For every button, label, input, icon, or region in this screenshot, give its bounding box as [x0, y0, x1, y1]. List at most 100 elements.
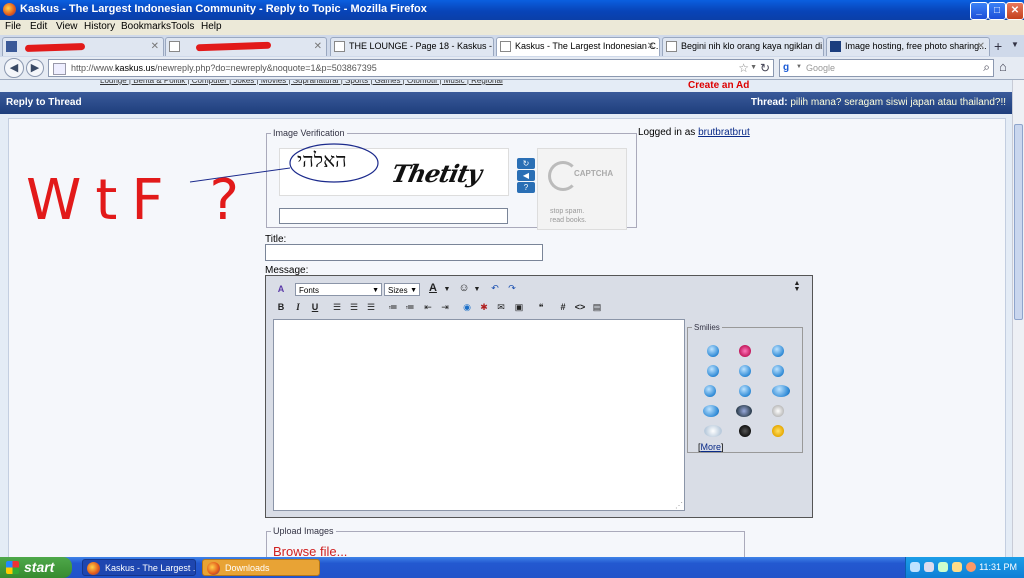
smiley-icon[interactable] — [736, 405, 752, 417]
smiley-icon[interactable] — [739, 345, 751, 357]
tray-icon[interactable] — [910, 562, 920, 572]
menu-help[interactable]: Help — [201, 21, 222, 32]
align-center-icon[interactable]: ☰ — [347, 301, 361, 314]
captcha-refresh-icon[interactable]: ↻ — [517, 158, 535, 169]
redo-icon[interactable]: ↷ — [505, 282, 519, 295]
network-icon[interactable] — [924, 562, 934, 572]
smiley-icon[interactable] — [703, 405, 719, 417]
smiley-icon[interactable] — [707, 365, 719, 377]
reload-icon[interactable]: ↻ — [760, 61, 770, 75]
vertical-scrollbar[interactable] — [1012, 80, 1024, 557]
forward-arrow-icon[interactable]: ▶ — [26, 59, 44, 77]
tab-close-icon[interactable]: ✕ — [151, 41, 159, 52]
tab-facebook[interactable]: ✕ — [2, 37, 164, 56]
tab-close-icon[interactable]: ✕ — [647, 41, 655, 52]
search-icon[interactable]: ⌕ — [983, 60, 990, 75]
maximize-button[interactable]: □ — [988, 2, 1006, 20]
volume-icon[interactable] — [952, 562, 962, 572]
more-smilies-link[interactable]: More — [701, 442, 722, 452]
undo-icon[interactable]: ↶ — [488, 282, 502, 295]
search-bar[interactable]: g ▼ Google ⌕ — [779, 59, 994, 77]
back-arrow-icon[interactable]: ◀ — [4, 58, 24, 78]
smiley-icon[interactable] — [772, 405, 784, 417]
font-select[interactable]: Fonts ▼ — [295, 283, 382, 296]
bookmark-star-icon[interactable]: ☆ — [738, 61, 749, 75]
tab-close-icon[interactable]: ✕ — [977, 41, 985, 52]
smiley-icon[interactable] — [704, 385, 716, 397]
menu-edit[interactable]: Edit — [30, 21, 47, 32]
message-textarea[interactable]: ⋰ — [273, 319, 685, 511]
smiley-icon[interactable] — [772, 385, 790, 397]
unordered-list-icon[interactable]: ≔ — [403, 301, 417, 314]
align-right-icon[interactable]: ☰ — [364, 301, 378, 314]
taskbar-item-kaskus[interactable]: Kaskus - The Largest ... — [82, 559, 196, 576]
color-dropdown-icon[interactable]: ▼ — [440, 283, 454, 296]
category-link-strip[interactable]: Lounge | Berita & Politik | Computer | J… — [100, 80, 503, 85]
menu-tools[interactable]: Tools — [171, 21, 194, 32]
taskbar-item-downloads[interactable]: Downloads — [202, 559, 320, 576]
search-input[interactable]: Google — [806, 63, 835, 73]
italic-icon[interactable]: I — [291, 301, 305, 314]
tab-close-icon[interactable]: ✕ — [314, 41, 322, 52]
text-color-icon[interactable]: A — [426, 282, 440, 295]
captcha-help-icon[interactable]: ? — [517, 182, 535, 193]
search-engine-dropdown-icon[interactable]: ▼ — [796, 64, 802, 70]
tab-list-chevron-icon[interactable]: ▼ — [1011, 40, 1019, 49]
quote-icon[interactable]: ❝ — [534, 301, 548, 314]
site-identity-icon[interactable] — [53, 63, 66, 75]
menu-view[interactable]: View — [56, 21, 78, 32]
outdent-icon[interactable]: ⇤ — [421, 301, 435, 314]
resize-editor-icon[interactable]: ▲ ▼ — [790, 280, 804, 294]
smiley-icon[interactable] — [772, 345, 784, 357]
smiley-icon[interactable] — [739, 365, 751, 377]
new-tab-button[interactable]: + — [994, 38, 1002, 54]
php-code-icon[interactable]: ▤ — [590, 301, 604, 314]
smiley-icon[interactable] — [707, 345, 719, 357]
start-button[interactable]: start — [0, 557, 72, 578]
home-icon[interactable]: ⌂ — [999, 59, 1007, 74]
html-code-icon[interactable]: <> — [573, 301, 587, 314]
ordered-list-icon[interactable]: ≔ — [386, 301, 400, 314]
smiley-icon[interactable] — [772, 365, 784, 377]
tray-icon[interactable] — [938, 562, 948, 572]
remove-link-icon[interactable]: ✱ — [477, 301, 491, 314]
smiley-icon[interactable] — [772, 425, 784, 437]
browse-file-link[interactable]: Browse file... — [273, 544, 347, 557]
code-hash-icon[interactable]: # — [556, 301, 570, 314]
captcha-audio-icon[interactable]: ◀ — [517, 170, 535, 181]
insert-email-icon[interactable]: ✉ — [494, 301, 508, 314]
smiley-icon[interactable] — [739, 425, 751, 437]
tab-redacted[interactable]: ✕ — [165, 37, 327, 56]
tab-kaskus-reply[interactable]: Kaskus - The Largest Indonesian C... ✕ — [496, 37, 660, 56]
close-button[interactable]: ✕ — [1006, 2, 1024, 20]
size-select[interactable]: Sizes ▼ — [384, 283, 420, 296]
smiley-icon[interactable] — [704, 425, 722, 437]
smiley-icon[interactable] — [739, 385, 751, 397]
menu-history[interactable]: History — [84, 21, 115, 32]
upload-images-legend: Upload Images — [273, 526, 334, 536]
underline-icon[interactable]: U — [308, 301, 322, 314]
url-dropdown-icon[interactable]: ▼ — [750, 64, 757, 71]
smiley-menu-icon[interactable]: ☺ — [457, 282, 471, 295]
smiley-dropdown-icon[interactable]: ▼ — [470, 283, 484, 296]
indent-icon[interactable]: ⇥ — [438, 301, 452, 314]
create-ad-link[interactable]: Create an Ad — [688, 80, 749, 91]
tab-image-hosting[interactable]: Image hosting, free photo sharing... ✕ — [826, 37, 990, 56]
username-link[interactable]: brutbratbrut — [698, 127, 750, 138]
insert-link-icon[interactable]: ◉ — [460, 301, 474, 314]
firefox-tray-icon[interactable] — [966, 562, 976, 572]
menu-file[interactable]: File — [5, 21, 21, 32]
insert-image-icon[interactable]: ▣ — [512, 301, 526, 314]
bold-icon[interactable]: B — [274, 301, 288, 314]
tab-begini-nih[interactable]: Begini nih klo orang kaya ngiklan di... — [662, 37, 824, 56]
resize-grip-icon[interactable]: ⋰ — [675, 501, 683, 510]
tab-strip: ✕ ✕ THE LOUNGE - Page 18 - Kaskus - ... … — [0, 35, 1024, 58]
align-left-icon[interactable]: ☰ — [330, 301, 344, 314]
url-bar[interactable]: http://www.kaskus.us/newreply.php?do=new… — [48, 59, 774, 77]
wysiwyg-toggle-icon[interactable]: A — [274, 283, 288, 296]
scrollbar-thumb[interactable] — [1014, 124, 1023, 320]
minimize-button[interactable]: _ — [970, 2, 988, 20]
google-g-icon[interactable]: g — [783, 62, 795, 74]
menu-bookmarks[interactable]: Bookmarks — [121, 21, 171, 32]
tab-the-lounge[interactable]: THE LOUNGE - Page 18 - Kaskus - ... — [330, 37, 494, 56]
